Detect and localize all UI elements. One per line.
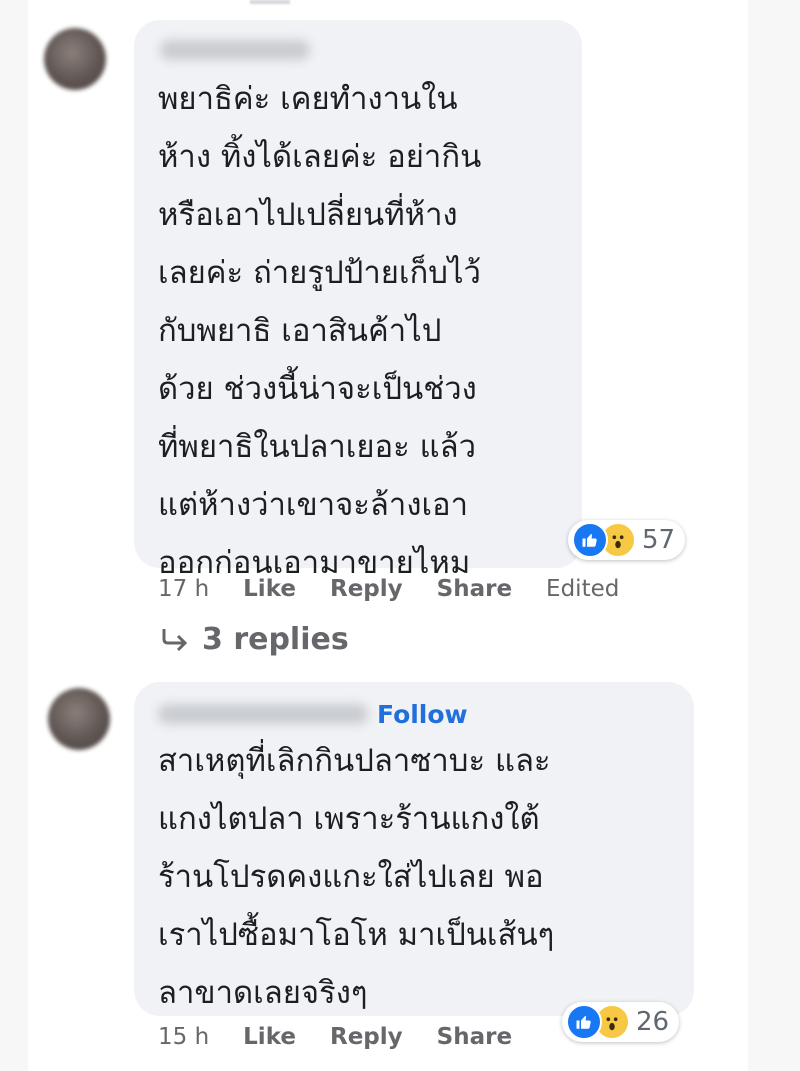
cropped-top-content — [250, 0, 290, 4]
comment-text: สาเหตุที่เลิกกินปลาซาบะ และ แกงไตปลา เพร… — [158, 743, 555, 1011]
commenter-avatar[interactable] — [44, 28, 106, 90]
reply-arrow-icon — [162, 628, 188, 651]
like-icon — [572, 522, 608, 558]
comment-actions: 17 h Like Reply Share Edited — [158, 576, 619, 602]
blurred-commenter-name[interactable] — [160, 40, 310, 60]
view-replies-link[interactable]: 3 replies — [160, 622, 349, 657]
share-button[interactable]: Share — [437, 1024, 512, 1050]
comment-bubble: พยาธิค่ะ เคยทำงานใน ห้าง ทิ้งได้เลยค่ะ อ… — [134, 20, 582, 581]
edited-label: Edited — [546, 576, 620, 602]
blurred-commenter-name[interactable] — [158, 704, 368, 724]
comment-bubble: Follow สาเหตุที่เลิกกินปลาซาบะ และ แกงไต… — [134, 682, 694, 1016]
like-button[interactable]: Like — [243, 576, 296, 602]
reply-button[interactable]: Reply — [330, 1024, 403, 1050]
reaction-summary[interactable]: 57 — [568, 520, 686, 560]
like-button[interactable]: Like — [243, 1024, 296, 1050]
like-icon — [566, 1004, 602, 1040]
commenter-avatar[interactable] — [48, 688, 110, 750]
comment-text: พยาธิค่ะ เคยทำงานใน ห้าง ทิ้งได้เลยค่ะ อ… — [158, 81, 482, 581]
comment-actions: 15 h Like Reply Share — [158, 1024, 546, 1050]
reaction-count: 26 — [636, 1007, 670, 1037]
comment-timestamp[interactable]: 17 h — [158, 576, 209, 602]
follow-button[interactable]: Follow — [377, 700, 468, 729]
replies-count-label: 3 replies — [202, 622, 349, 657]
share-button[interactable]: Share — [437, 576, 512, 602]
reply-button[interactable]: Reply — [330, 576, 403, 602]
comment-timestamp[interactable]: 15 h — [158, 1024, 209, 1050]
reaction-count: 57 — [642, 525, 676, 555]
reaction-summary[interactable]: 26 — [562, 1002, 680, 1042]
